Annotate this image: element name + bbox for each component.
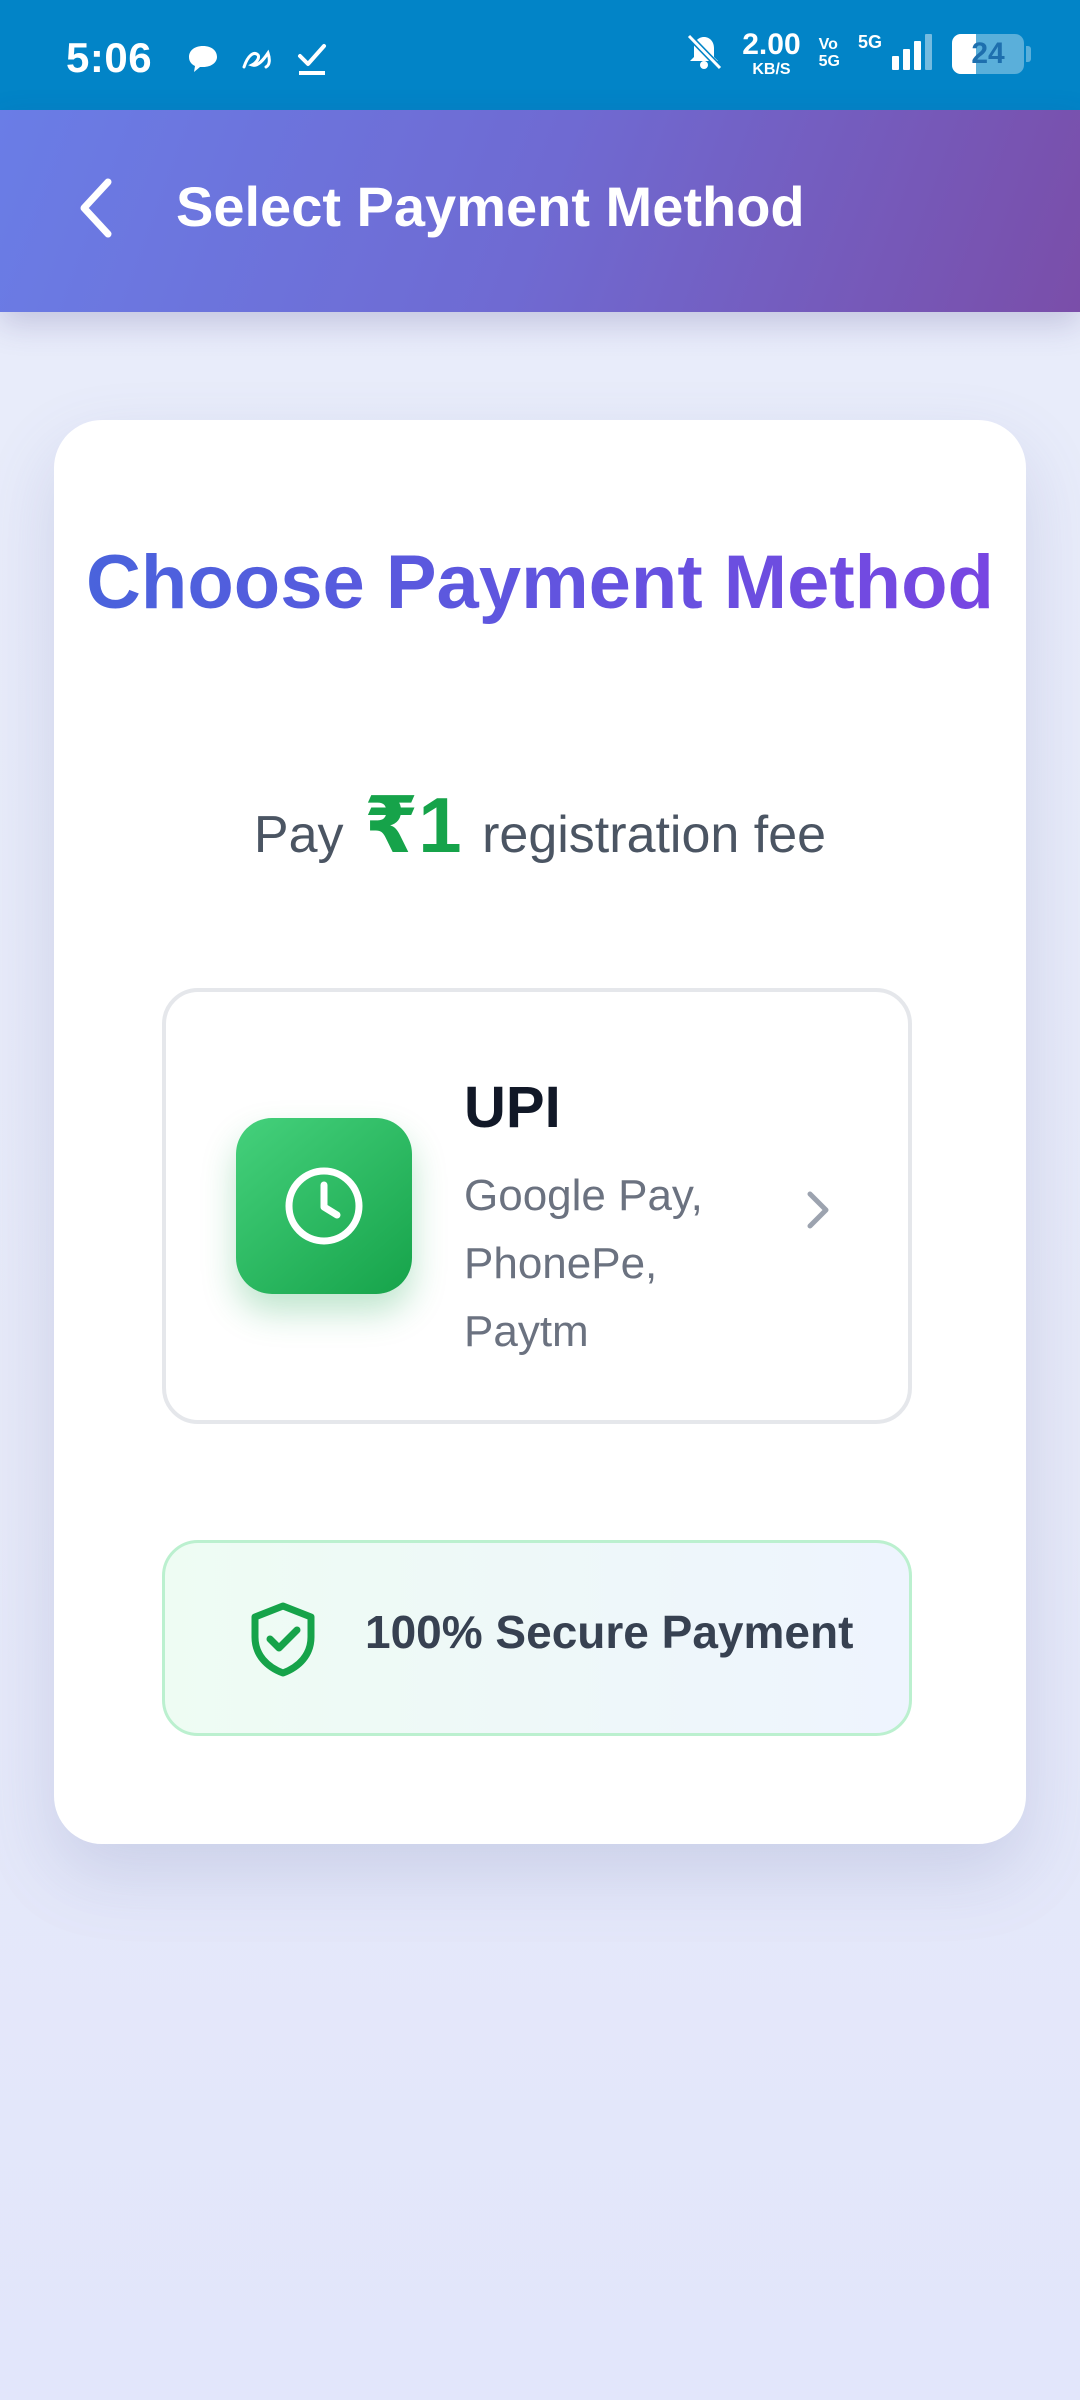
notification-app-icon (240, 45, 276, 78)
back-button[interactable] (56, 168, 136, 248)
secure-payment-badge: 100% Secure Payment (162, 1540, 912, 1736)
net-speed-value: 2.00 (742, 28, 801, 61)
volte-bottom: 5G (818, 53, 840, 70)
chevron-right-icon (802, 1188, 832, 1237)
battery-icon: 24 (952, 34, 1031, 74)
card-title-text: Choose Payment Method (86, 540, 994, 625)
upi-icon-box (236, 1118, 412, 1294)
upi-name: UPI (464, 1075, 561, 1140)
status-bar: 5:06 2.00 KB/S Vo 5G 5G 24 (0, 0, 1080, 110)
upi-description: Google Pay, PhonePe, Paytm (464, 1171, 703, 1356)
volte-top: Vo (818, 36, 838, 54)
signal-icon (890, 32, 934, 77)
status-left-icons (186, 42, 328, 81)
fee-line: Pay ₹1 registration fee (54, 780, 1026, 871)
net-speed-unit: KB/S (752, 61, 791, 78)
fee-amount: ₹1 (363, 781, 462, 869)
status-right: 2.00 KB/S Vo 5G 5G 24 (684, 30, 1031, 78)
status-time: 5:06 (66, 34, 153, 81)
shield-check-icon (247, 1601, 319, 1682)
network-type: 5G (857, 31, 882, 52)
battery-level: 24 (971, 37, 1005, 70)
net-speed: 2.00 KB/S (742, 30, 800, 78)
app-header: Select Payment Method (0, 110, 1080, 312)
page-title: Select Payment Method (176, 175, 805, 238)
upi-option-button[interactable]: UPI Google Pay, PhonePe, Paytm (162, 988, 912, 1424)
checkmark-icon (296, 42, 328, 81)
card-title: Choose Payment Method (54, 530, 1026, 636)
payment-card: Choose Payment Method Pay ₹1 registratio… (54, 420, 1026, 1844)
secure-text: 100% Secure Payment (365, 1606, 854, 1658)
volte-indicator: Vo 5G (818, 36, 840, 71)
bell-off-icon (684, 32, 724, 77)
clock-icon (285, 1167, 363, 1245)
chevron-left-icon (80, 178, 112, 238)
fee-suffix: registration fee (482, 806, 827, 864)
chat-bubble-icon (186, 43, 220, 80)
fee-prefix: Pay (253, 806, 344, 864)
